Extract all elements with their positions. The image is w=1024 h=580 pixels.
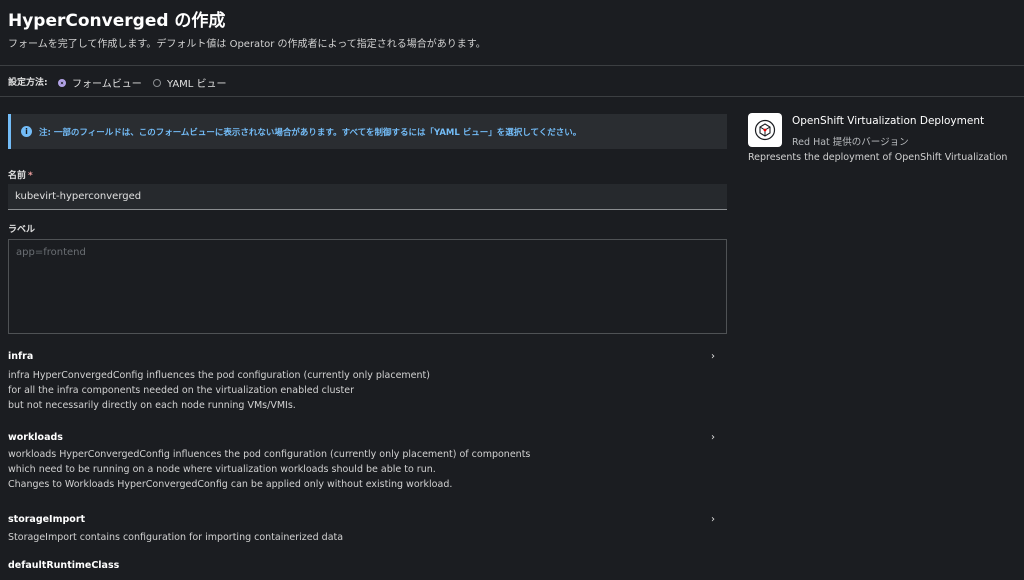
info-alert: i 注: 一部のフィールドは、このフォームビューに表示されない場合があります。す… (8, 114, 727, 149)
name-input[interactable] (8, 184, 727, 210)
labels-input[interactable] (8, 239, 727, 334)
description-line: for all the infra components needed on t… (8, 385, 354, 396)
operator-provider: Red Hat 提供のバージョン (792, 137, 909, 148)
section-title[interactable]: infra (8, 351, 720, 362)
section-title[interactable]: defaultRuntimeClass (8, 560, 720, 571)
chevron-right-icon[interactable]: › (711, 432, 715, 443)
section-description: infra HyperConvergedConfig influences th… (8, 368, 720, 413)
section-description: workloads HyperConvergedConfig influence… (8, 447, 720, 492)
form-view-radio[interactable]: フォームビュー (58, 75, 142, 90)
operator-description: Represents the deployment of OpenShift V… (748, 152, 1008, 163)
section-title[interactable]: workloads (8, 432, 720, 443)
configure-via-row: 設定方法: フォームビュー YAML ビュー (0, 67, 1024, 97)
form-view-label: フォームビュー (72, 79, 142, 90)
operator-logo-icon (748, 113, 782, 147)
operator-title: OpenShift Virtualization Deployment (792, 115, 985, 127)
section-description: StorageImport contains configuration for… (8, 530, 720, 545)
radio-selected-icon (58, 78, 66, 87)
page-title: HyperConverged の作成 (8, 11, 226, 31)
yaml-view-radio[interactable]: YAML ビュー (153, 75, 227, 90)
chevron-right-icon[interactable]: › (711, 514, 715, 525)
description-line: Changes to Workloads HyperConvergedConfi… (8, 479, 453, 490)
description-line: which need to be running on a node where… (8, 464, 436, 475)
section-default-runtime-class: defaultRuntimeClass (8, 560, 720, 571)
configure-via-label: 設定方法: (8, 78, 48, 88)
yaml-view-label: YAML ビュー (167, 79, 227, 90)
description-line: StorageImport contains configuration for… (8, 532, 344, 543)
section-workloads: workloads › workloads HyperConvergedConf… (8, 432, 720, 492)
page-description: フォームを完了して作成します。デフォルト値は Operator の作成者によって… (8, 39, 486, 50)
chevron-right-icon[interactable]: › (711, 351, 715, 362)
page-header: HyperConverged の作成 フォームを完了して作成します。デフォルト値… (0, 0, 1024, 66)
labels-field-label: ラベル (8, 225, 36, 235)
required-mark: * (28, 171, 33, 181)
name-label-text: 名前 (8, 171, 27, 181)
section-infra: infra › infra HyperConvergedConfig influ… (8, 351, 720, 413)
description-line: but not necessarily directly on each nod… (8, 400, 296, 411)
section-title[interactable]: storageImport (8, 514, 720, 525)
alert-text: 注: 一部のフィールドは、このフォームビューに表示されない場合があります。すべて… (39, 128, 582, 138)
name-field-label: 名前 * (8, 168, 33, 181)
description-line: workloads HyperConvergedConfig influence… (8, 449, 531, 460)
section-storage-import: storageImport › StorageImport contains c… (8, 514, 720, 545)
info-circle-icon: i (21, 126, 32, 137)
description-line: infra HyperConvergedConfig influences th… (8, 370, 430, 381)
radio-unselected-icon (153, 78, 161, 87)
